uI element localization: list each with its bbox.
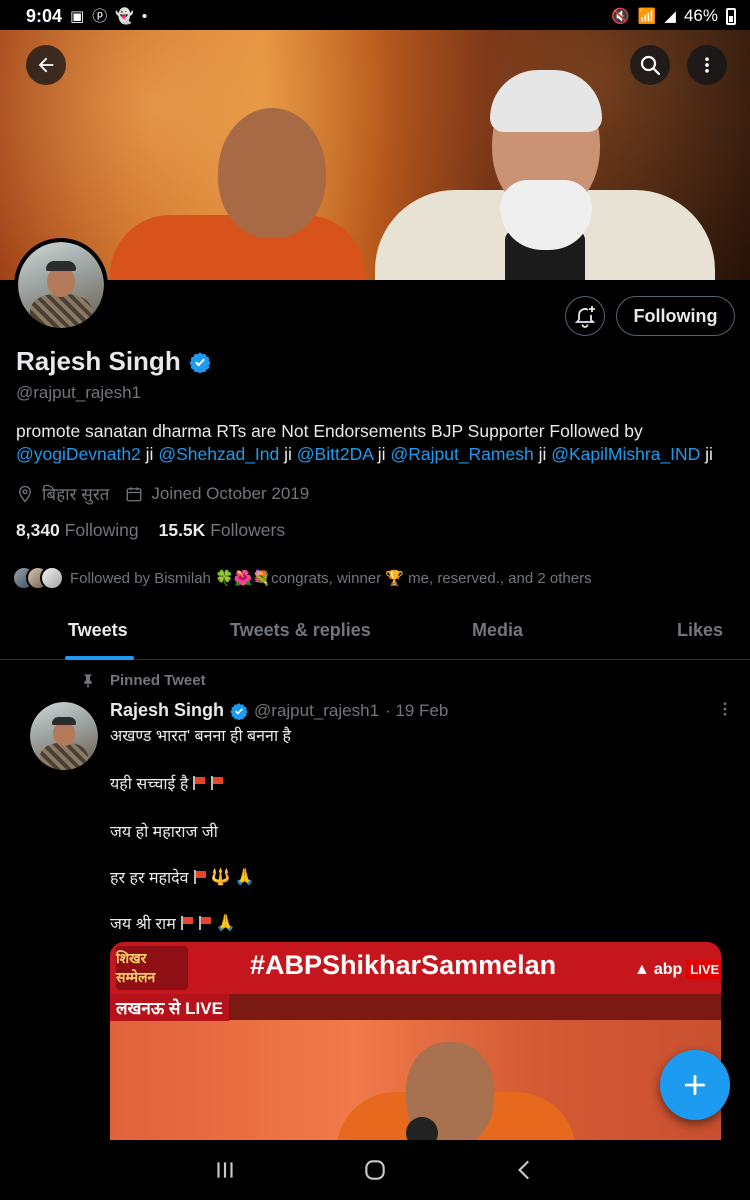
battery-icon — [726, 7, 736, 25]
bio-text: promote sanatan dharma RTs are Not Endor… — [16, 421, 643, 441]
bio-mention-link[interactable]: @Rajput_Ramesh — [390, 444, 533, 464]
flag-emoji-icon — [193, 870, 207, 884]
profile-tabs: Tweets Tweets & replies Media Likes — [0, 604, 750, 660]
folded-hands-emoji-icon: 🙏 — [215, 915, 236, 932]
tab-likes[interactable]: Likes — [677, 620, 723, 641]
more-vertical-icon — [705, 57, 709, 73]
location-icon — [19, 485, 31, 503]
tweet-date: · 19 Feb — [385, 700, 449, 720]
signal-icon: ◢ — [664, 7, 676, 25]
followers-count-link[interactable]: 15.5K Followers — [159, 520, 285, 541]
flag-emoji-icon — [180, 916, 194, 930]
trident-emoji-icon: 🔱 — [210, 869, 231, 886]
followed-by-text: Followed by Bismilah 🍀🌺💐congrats, winner… — [70, 570, 592, 587]
tab-tweets[interactable]: Tweets — [68, 620, 128, 641]
profile-name-row: Rajesh Singh — [16, 346, 211, 377]
pinterest-notification-icon: ⓟ — [92, 7, 108, 25]
back-button[interactable] — [26, 45, 66, 85]
recent-apps-icon[interactable] — [212, 1157, 238, 1183]
mute-icon: 🔇 — [611, 7, 630, 25]
followed-by-row[interactable]: Followed by Bismilah 🍀🌺💐congrats, winner… — [12, 566, 592, 590]
battery-percent: 46% — [683, 6, 718, 25]
calendar-icon — [126, 486, 142, 501]
tweet-author-avatar[interactable] — [30, 702, 98, 770]
bio-mention-link[interactable]: @yogiDevnath2 — [16, 444, 141, 464]
media-hashtag: #ABPShikharSammelan — [250, 950, 557, 980]
profile-location: बिहार सुरत — [42, 485, 110, 504]
pinned-label: Pinned Tweet — [80, 672, 206, 689]
search-button[interactable] — [630, 45, 670, 85]
active-tab-indicator — [65, 656, 134, 660]
tweet-media-video[interactable]: शिखर सम्मेलन #ABPShikharSammelan ▲ abp LIV… — [110, 942, 721, 1140]
followers-avatars — [12, 566, 64, 590]
tweet-header: Rajesh Singh @rajput_rajesh1 · 19 Feb — [110, 700, 448, 721]
snapchat-notification-icon: 👻 — [115, 7, 134, 25]
plus-icon — [684, 1074, 706, 1096]
profile-bio: promote sanatan dharma RTs are Not Endor… — [16, 421, 713, 464]
gallery-notification-icon: ▣ — [70, 7, 85, 25]
profile-stats: 8,340 Following 15.5K Followers — [16, 520, 285, 541]
bio-mention-link[interactable]: @KapilMishra_IND — [551, 444, 700, 464]
notifications-button[interactable] — [565, 296, 605, 336]
status-time: 9:04 — [26, 5, 63, 26]
more-vertical-icon — [723, 702, 727, 716]
tab-tweets-replies[interactable]: Tweets & replies — [230, 620, 371, 641]
media-subtitle: लखनऊ से LIVE — [110, 994, 229, 1021]
tweet-author-handle[interactable]: @rajput_rajesh1 — [254, 701, 379, 721]
tweet-text-line: अखण्ड भारत' बनना ही बनना है — [110, 728, 292, 745]
flag-emoji-icon — [198, 916, 212, 930]
flag-emoji-icon — [210, 776, 224, 790]
tweet-more-button[interactable] — [716, 700, 734, 723]
following-button[interactable]: Following — [616, 296, 735, 336]
tweet-text-line: हर हर महादेव 🔱 🙏 — [110, 869, 255, 887]
more-options-button[interactable] — [687, 45, 727, 85]
bio-mention-link[interactable]: @Bitt2DA — [297, 444, 373, 464]
pin-icon — [84, 673, 92, 688]
tweet-text-line: जय हो महाराज जी — [110, 824, 218, 841]
bell-plus-icon — [574, 306, 596, 328]
folded-hands-emoji-icon: 🙏 — [234, 869, 255, 886]
bio-mention-link[interactable]: @Shehzad_Ind — [158, 444, 279, 464]
flag-emoji-icon — [192, 776, 206, 790]
verified-badge-icon — [230, 702, 248, 720]
back-arrow-icon — [38, 57, 54, 73]
tab-media[interactable]: Media — [472, 620, 523, 641]
more-notifications-icon: • — [141, 7, 148, 25]
home-icon[interactable] — [362, 1157, 388, 1183]
verified-badge-icon[interactable] — [189, 351, 211, 373]
wifi-icon: 📶 — [637, 7, 657, 25]
following-count-link[interactable]: 8,340 Following — [16, 520, 139, 541]
tweet-author-name[interactable]: Rajesh Singh — [110, 700, 224, 721]
avatar — [40, 566, 64, 590]
compose-tweet-button[interactable] — [660, 1050, 730, 1120]
profile-avatar[interactable] — [14, 238, 108, 332]
event-logo: शिखर सम्मेलन — [116, 946, 188, 990]
profile-joined: Joined October 2019 — [151, 483, 310, 503]
abp-triangle-icon: ▲ — [634, 960, 650, 978]
profile-meta: बिहार सुरत Joined October 2019 — [16, 482, 309, 505]
profile-name: Rajesh Singh — [16, 346, 181, 376]
search-icon — [640, 55, 661, 76]
tweet-text-line: यही सच्चाई है — [110, 772, 224, 794]
status-bar: 9:04 ▣ ⓟ 👻 • 🔇 📶 ◢ 46% — [0, 0, 750, 32]
system-navigation-bar — [0, 1140, 750, 1200]
back-nav-icon[interactable] — [512, 1157, 538, 1183]
profile-handle: @rajput_rajesh1 — [16, 383, 141, 402]
tweet-text-line: जय श्री राम 🙏 — [110, 915, 236, 933]
channel-logo: ▲ abp LIVE — [634, 960, 721, 979]
